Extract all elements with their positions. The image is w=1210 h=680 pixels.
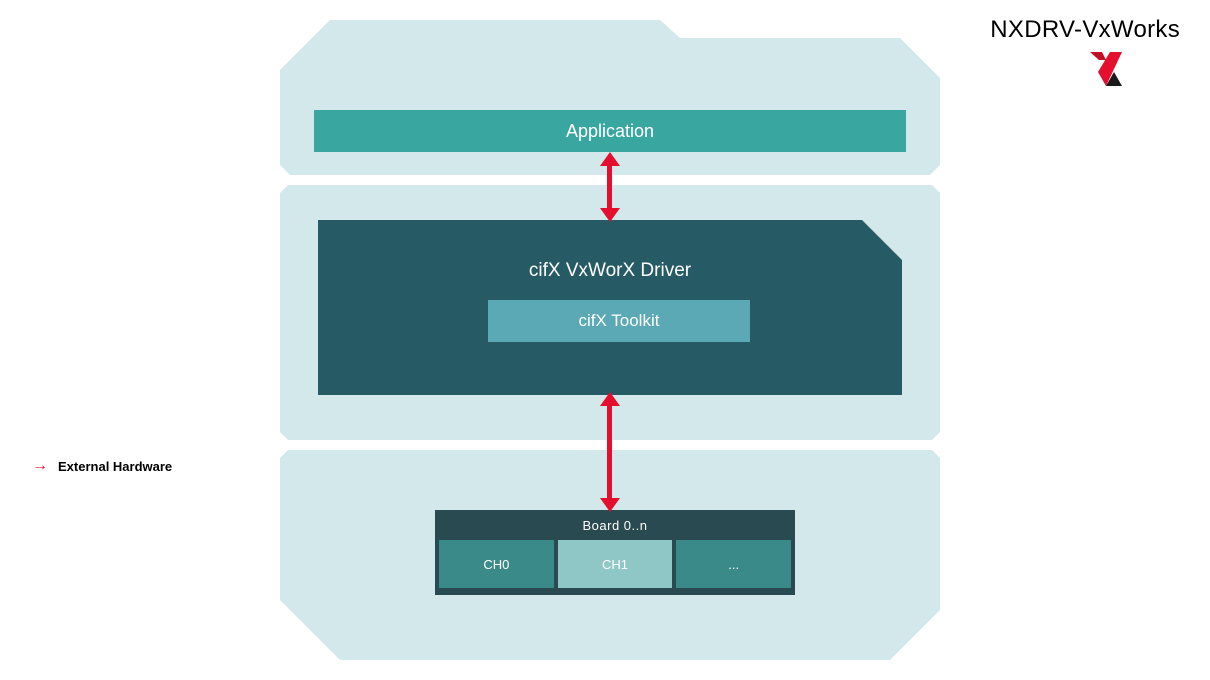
double-arrow-driver-board-icon [604,392,616,512]
application-block: Application [314,110,906,152]
toolkit-block: cifX Toolkit [488,300,750,342]
driver-label: cifX VxWorX Driver [318,260,902,282]
diagram-canvas: NXDRV-VxWorks → External Hardware Applic… [0,0,1210,680]
driver-block: cifX VxWorX Driver cifX Toolkit [318,220,902,395]
external-hardware-caption: → External Hardware [32,458,172,474]
double-arrow-app-driver-icon [604,152,616,222]
board-block: Board 0..n CH0 CH1 ... [435,510,795,595]
stage: Application cifX VxWorX Driver cifX Tool… [280,20,940,660]
caption-text: External Hardware [58,459,172,474]
channel-row: CH0 CH1 ... [435,540,795,588]
arrow-right-icon: → [32,458,48,474]
application-label: Application [566,121,654,142]
toolkit-label: cifX Toolkit [579,311,660,331]
channel-ch0: CH0 [439,540,554,588]
channel-more: ... [676,540,791,588]
vxworks-logo-icon [1084,48,1128,92]
board-header: Board 0..n [435,510,795,540]
channel-ch1: CH1 [558,540,673,588]
page-title: NXDRV-VxWorks [990,16,1180,44]
